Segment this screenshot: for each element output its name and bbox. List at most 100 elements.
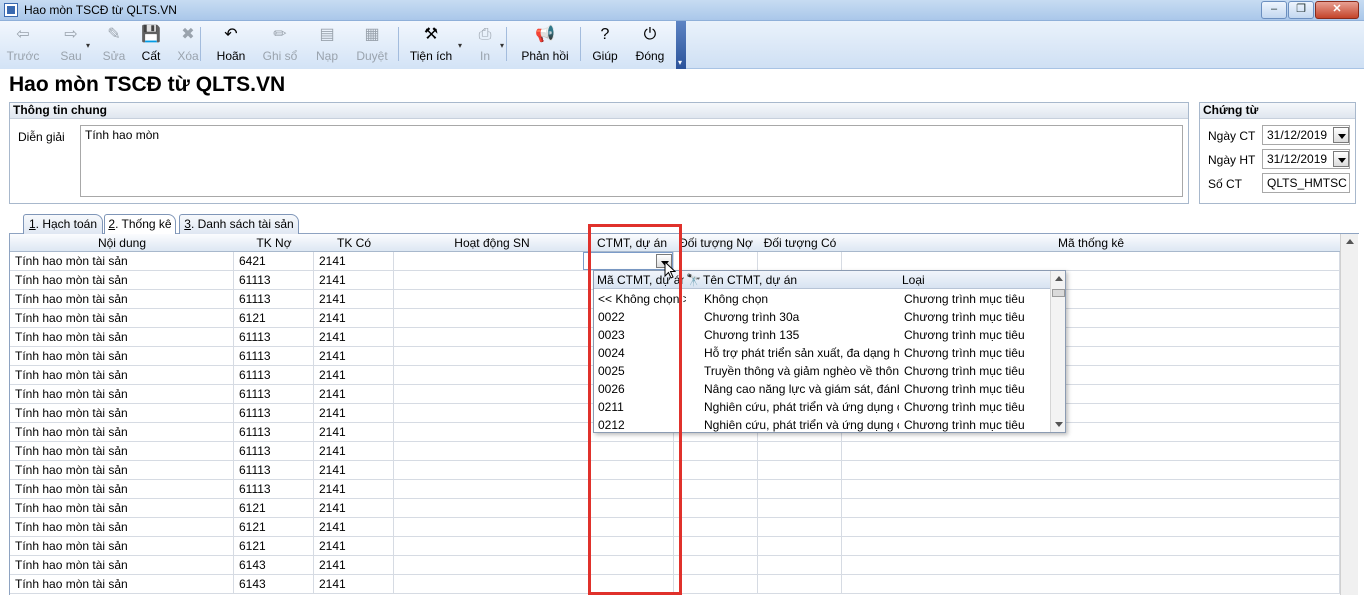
restore-button[interactable]: ❐ <box>1288 1 1314 19</box>
table-row[interactable]: Tính hao mòn tài sản 6121 2141 <box>10 518 1340 537</box>
toolbar-button-11[interactable]: 📢 Phản hồi <box>515 23 575 65</box>
table-cell[interactable]: Tính hao mòn tài sản <box>10 404 234 423</box>
dropdown-option[interactable]: 0026 Nâng cao năng lực và giám sát, đánh.… <box>594 380 1050 398</box>
table-cell[interactable]: 61113 <box>234 271 314 290</box>
table-cell[interactable]: 61113 <box>234 328 314 347</box>
table-cell[interactable] <box>758 518 842 537</box>
table-cell[interactable] <box>842 442 1340 461</box>
table-cell[interactable] <box>758 499 842 518</box>
toolbar-button-0[interactable]: ⇦ Trước <box>4 23 42 65</box>
grid-vertical-scrollbar[interactable] <box>1340 234 1358 595</box>
toolbar-overflow-button[interactable]: ▾ <box>676 21 686 69</box>
table-cell[interactable]: 61113 <box>234 442 314 461</box>
table-cell[interactable] <box>394 499 590 518</box>
dropdown-scrollbar[interactable] <box>1050 271 1065 432</box>
dropdown-option[interactable]: 0212 Nghiên cứu, phát triển và ứng dụng c… <box>594 416 1050 432</box>
table-cell[interactable] <box>394 404 590 423</box>
tab-statistics[interactable]: 2. Thống kê <box>104 214 176 235</box>
table-cell[interactable]: 6143 <box>234 575 314 594</box>
table-cell[interactable] <box>394 480 590 499</box>
table-cell[interactable]: 2141 <box>314 252 394 271</box>
table-cell[interactable] <box>842 461 1340 480</box>
dropdown-col-type[interactable]: Loại <box>899 271 1049 289</box>
table-cell[interactable] <box>758 252 842 271</box>
table-cell[interactable]: Tính hao mòn tài sản <box>10 480 234 499</box>
table-cell[interactable] <box>842 575 1340 594</box>
toolbar-button-3[interactable]: 💾 Cất <box>136 23 166 65</box>
table-cell[interactable]: Tính hao mòn tài sản <box>10 366 234 385</box>
table-cell[interactable]: 6121 <box>234 309 314 328</box>
tab-asset-list[interactable]: 3. Danh sách tài sản <box>179 214 299 234</box>
table-cell[interactable] <box>842 252 1340 271</box>
toolbar-button-8[interactable]: ▦ Duyệt <box>352 23 392 65</box>
toolbar-dropdown-arrow-icon[interactable]: ▾ <box>86 41 90 50</box>
table-cell[interactable]: Tính hao mòn tài sản <box>10 271 234 290</box>
table-cell[interactable]: Tính hao mòn tài sản <box>10 347 234 366</box>
table-row[interactable]: Tính hao mòn tài sản 61113 2141 <box>10 461 1340 480</box>
date-ct-dropdown-button[interactable] <box>1333 127 1349 143</box>
grid-column-header[interactable]: Hoạt động SN <box>394 234 590 252</box>
toolbar-button-2[interactable]: ✎ Sửa <box>98 23 130 65</box>
table-cell[interactable]: 61113 <box>234 385 314 404</box>
table-cell[interactable]: Tính hao mòn tài sản <box>10 328 234 347</box>
toolbar-dropdown-arrow-icon[interactable]: ▾ <box>500 41 504 50</box>
toolbar-dropdown-arrow-icon[interactable]: ▾ <box>458 41 462 50</box>
table-cell[interactable]: Tính hao mòn tài sản <box>10 499 234 518</box>
table-cell[interactable]: 2141 <box>314 423 394 442</box>
table-cell[interactable]: Tính hao mòn tài sản <box>10 309 234 328</box>
table-cell[interactable] <box>590 556 674 575</box>
table-cell[interactable] <box>394 366 590 385</box>
grid-column-header[interactable]: Mã thống kê <box>842 234 1340 252</box>
table-cell[interactable] <box>394 328 590 347</box>
grid-column-header[interactable]: Đối tượng Nợ <box>674 234 758 252</box>
table-cell[interactable]: 6143 <box>234 556 314 575</box>
table-cell[interactable]: 2141 <box>314 537 394 556</box>
table-cell[interactable]: 2141 <box>314 442 394 461</box>
table-cell[interactable] <box>674 499 758 518</box>
table-cell[interactable]: 61113 <box>234 423 314 442</box>
table-cell[interactable] <box>590 537 674 556</box>
table-cell[interactable]: Tính hao mòn tài sản <box>10 556 234 575</box>
toolbar-button-5[interactable]: ↶ Hoãn <box>212 23 250 65</box>
description-input[interactable]: Tính hao mòn <box>80 125 1183 197</box>
table-cell[interactable] <box>394 575 590 594</box>
table-cell[interactable] <box>590 461 674 480</box>
table-cell[interactable] <box>842 537 1340 556</box>
dropdown-option[interactable]: << Không chọn >> Không chọn Chương trình m… <box>594 290 1050 308</box>
grid-column-header[interactable]: TK Có <box>314 234 394 252</box>
toolbar-button-9[interactable]: ⚒ Tiện ích <box>406 23 456 65</box>
table-cell[interactable]: Tính hao mòn tài sản <box>10 442 234 461</box>
dropdown-option[interactable]: 0024 Hỗ trợ phát triển sản xuất, đa dạng … <box>594 344 1050 362</box>
table-cell[interactable] <box>674 518 758 537</box>
table-row[interactable]: Tính hao mòn tài sản 6121 2141 <box>10 537 1340 556</box>
dropdown-scroll-down-icon[interactable] <box>1055 422 1063 427</box>
table-cell[interactable]: 2141 <box>314 385 394 404</box>
table-row[interactable]: Tính hao mòn tài sản 6143 2141 <box>10 556 1340 575</box>
table-cell[interactable]: Tính hao mòn tài sản <box>10 575 234 594</box>
table-cell[interactable] <box>394 252 590 271</box>
toolbar-button-10[interactable]: ⎙ In <box>472 23 498 65</box>
tab-accounting[interactable]: 1. Hạch toán <box>23 214 103 234</box>
table-cell[interactable]: 61113 <box>234 366 314 385</box>
table-cell[interactable]: Tính hao mòn tài sản <box>10 252 234 271</box>
table-cell[interactable] <box>758 442 842 461</box>
table-cell[interactable] <box>674 461 758 480</box>
table-cell[interactable]: 2141 <box>314 575 394 594</box>
binoculars-icon[interactable]: 🔭 <box>684 271 700 289</box>
table-cell[interactable] <box>394 347 590 366</box>
dropdown-option[interactable]: 0022 Chương trình 30a Chương trình mục tiê… <box>594 308 1050 326</box>
table-cell[interactable]: 2141 <box>314 480 394 499</box>
table-cell[interactable]: 2141 <box>314 518 394 537</box>
dropdown-option[interactable]: 0023 Chương trình 135 Chương trình mục tiê… <box>594 326 1050 344</box>
table-cell[interactable]: 61113 <box>234 480 314 499</box>
table-cell[interactable] <box>674 252 758 271</box>
table-cell[interactable] <box>394 537 590 556</box>
table-cell[interactable] <box>758 480 842 499</box>
grid-column-header[interactable]: Đối tượng Có <box>758 234 842 252</box>
dropdown-col-name[interactable]: Tên CTMT, dự án <box>700 271 900 289</box>
table-cell[interactable] <box>674 480 758 499</box>
table-cell[interactable]: 2141 <box>314 404 394 423</box>
table-cell[interactable] <box>394 271 590 290</box>
table-cell[interactable] <box>394 385 590 404</box>
toolbar-button-6[interactable]: ✏ Ghi sổ <box>258 23 302 65</box>
